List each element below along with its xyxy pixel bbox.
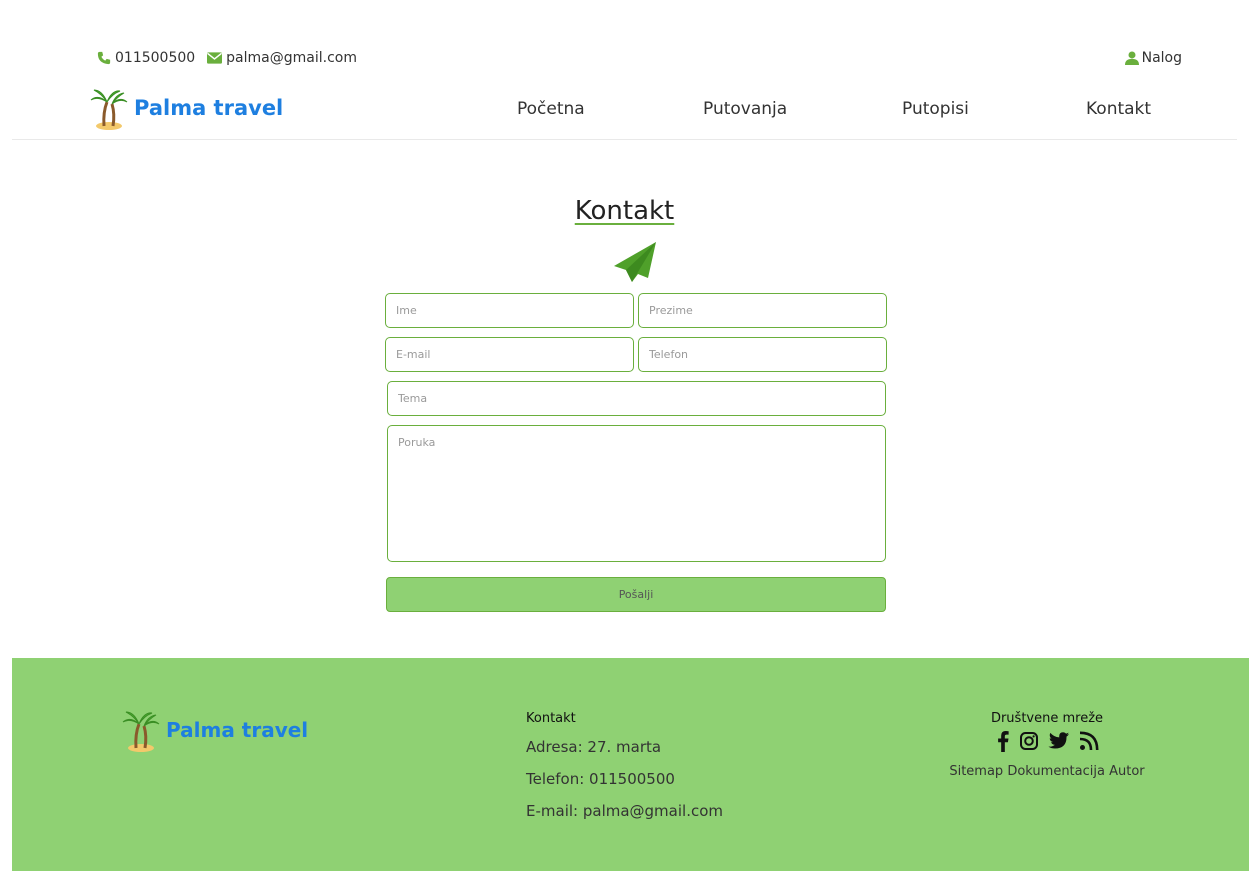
page-title-wrap: Kontakt — [0, 196, 1249, 226]
sitemap-link[interactable]: Sitemap — [949, 764, 1003, 779]
footer-links: Sitemap Dokumentacija Autor — [942, 764, 1152, 779]
phone-input[interactable] — [638, 337, 887, 372]
top-info-bar: 011500500 palma@gmail.com Nalog — [97, 46, 1182, 70]
footer-phone: Telefon: 011500500 — [526, 770, 675, 788]
page-title: Kontakt — [574, 196, 675, 226]
footer-contact: Kontakt Adresa: 27. marta Telefon: 01150… — [526, 711, 723, 834]
palm-tree-icon — [90, 89, 128, 130]
author-link[interactable]: Autor — [1109, 764, 1145, 779]
documentation-link[interactable]: Dokumentacija — [1007, 764, 1105, 779]
subject-input[interactable] — [387, 381, 886, 416]
envelope-icon — [207, 52, 223, 64]
account-label: Nalog — [1141, 50, 1182, 66]
phone-number: 011500500 — [115, 50, 196, 66]
main-navbar: Palma travel Početna Putovanja Putopisi … — [12, 80, 1237, 140]
phone-info: 011500500 — [97, 50, 195, 66]
email-address: palma@gmail.com — [226, 50, 357, 66]
message-textarea[interactable] — [387, 425, 886, 562]
footer-brand-name: Palma travel — [166, 718, 309, 742]
footer-address: Adresa: 27. marta — [526, 738, 662, 756]
account-link[interactable]: Nalog — [1124, 50, 1182, 66]
facebook-icon[interactable] — [996, 730, 1010, 756]
email-info: palma@gmail.com — [207, 50, 357, 66]
submit-button[interactable]: Pošalji — [386, 577, 886, 612]
nav-item-pocetna[interactable]: Početna — [517, 99, 585, 119]
instagram-icon[interactable] — [1019, 730, 1039, 756]
nav-item-putovanja[interactable]: Putovanja — [703, 99, 787, 119]
user-icon — [1124, 51, 1139, 65]
footer-social: Društvene mreže Sitemap Dokumentacija Au… — [942, 711, 1152, 779]
footer-email: E-mail: palma@gmail.com — [526, 802, 723, 820]
last-name-input[interactable] — [638, 293, 887, 328]
footer-contact-heading: Kontakt — [526, 711, 576, 726]
palm-tree-icon — [122, 711, 160, 752]
twitter-icon[interactable] — [1047, 730, 1070, 756]
rss-icon[interactable] — [1079, 730, 1099, 756]
paper-plane-icon — [614, 242, 656, 282]
social-icons — [942, 730, 1152, 756]
brand-name: Palma travel — [134, 96, 284, 120]
nav-item-kontakt[interactable]: Kontakt — [1086, 99, 1151, 119]
footer-social-heading: Društvene mreže — [990, 711, 1104, 726]
phone-icon — [97, 51, 111, 65]
nav-item-putopisi[interactable]: Putopisi — [902, 99, 969, 119]
email-input[interactable] — [385, 337, 634, 372]
footer: Palma travel Kontakt Adresa: 27. marta T… — [12, 658, 1249, 871]
first-name-input[interactable] — [385, 293, 634, 328]
brand-logo-link[interactable]: Palma travel — [90, 86, 283, 130]
footer-brand-link[interactable]: Palma travel — [122, 708, 308, 752]
